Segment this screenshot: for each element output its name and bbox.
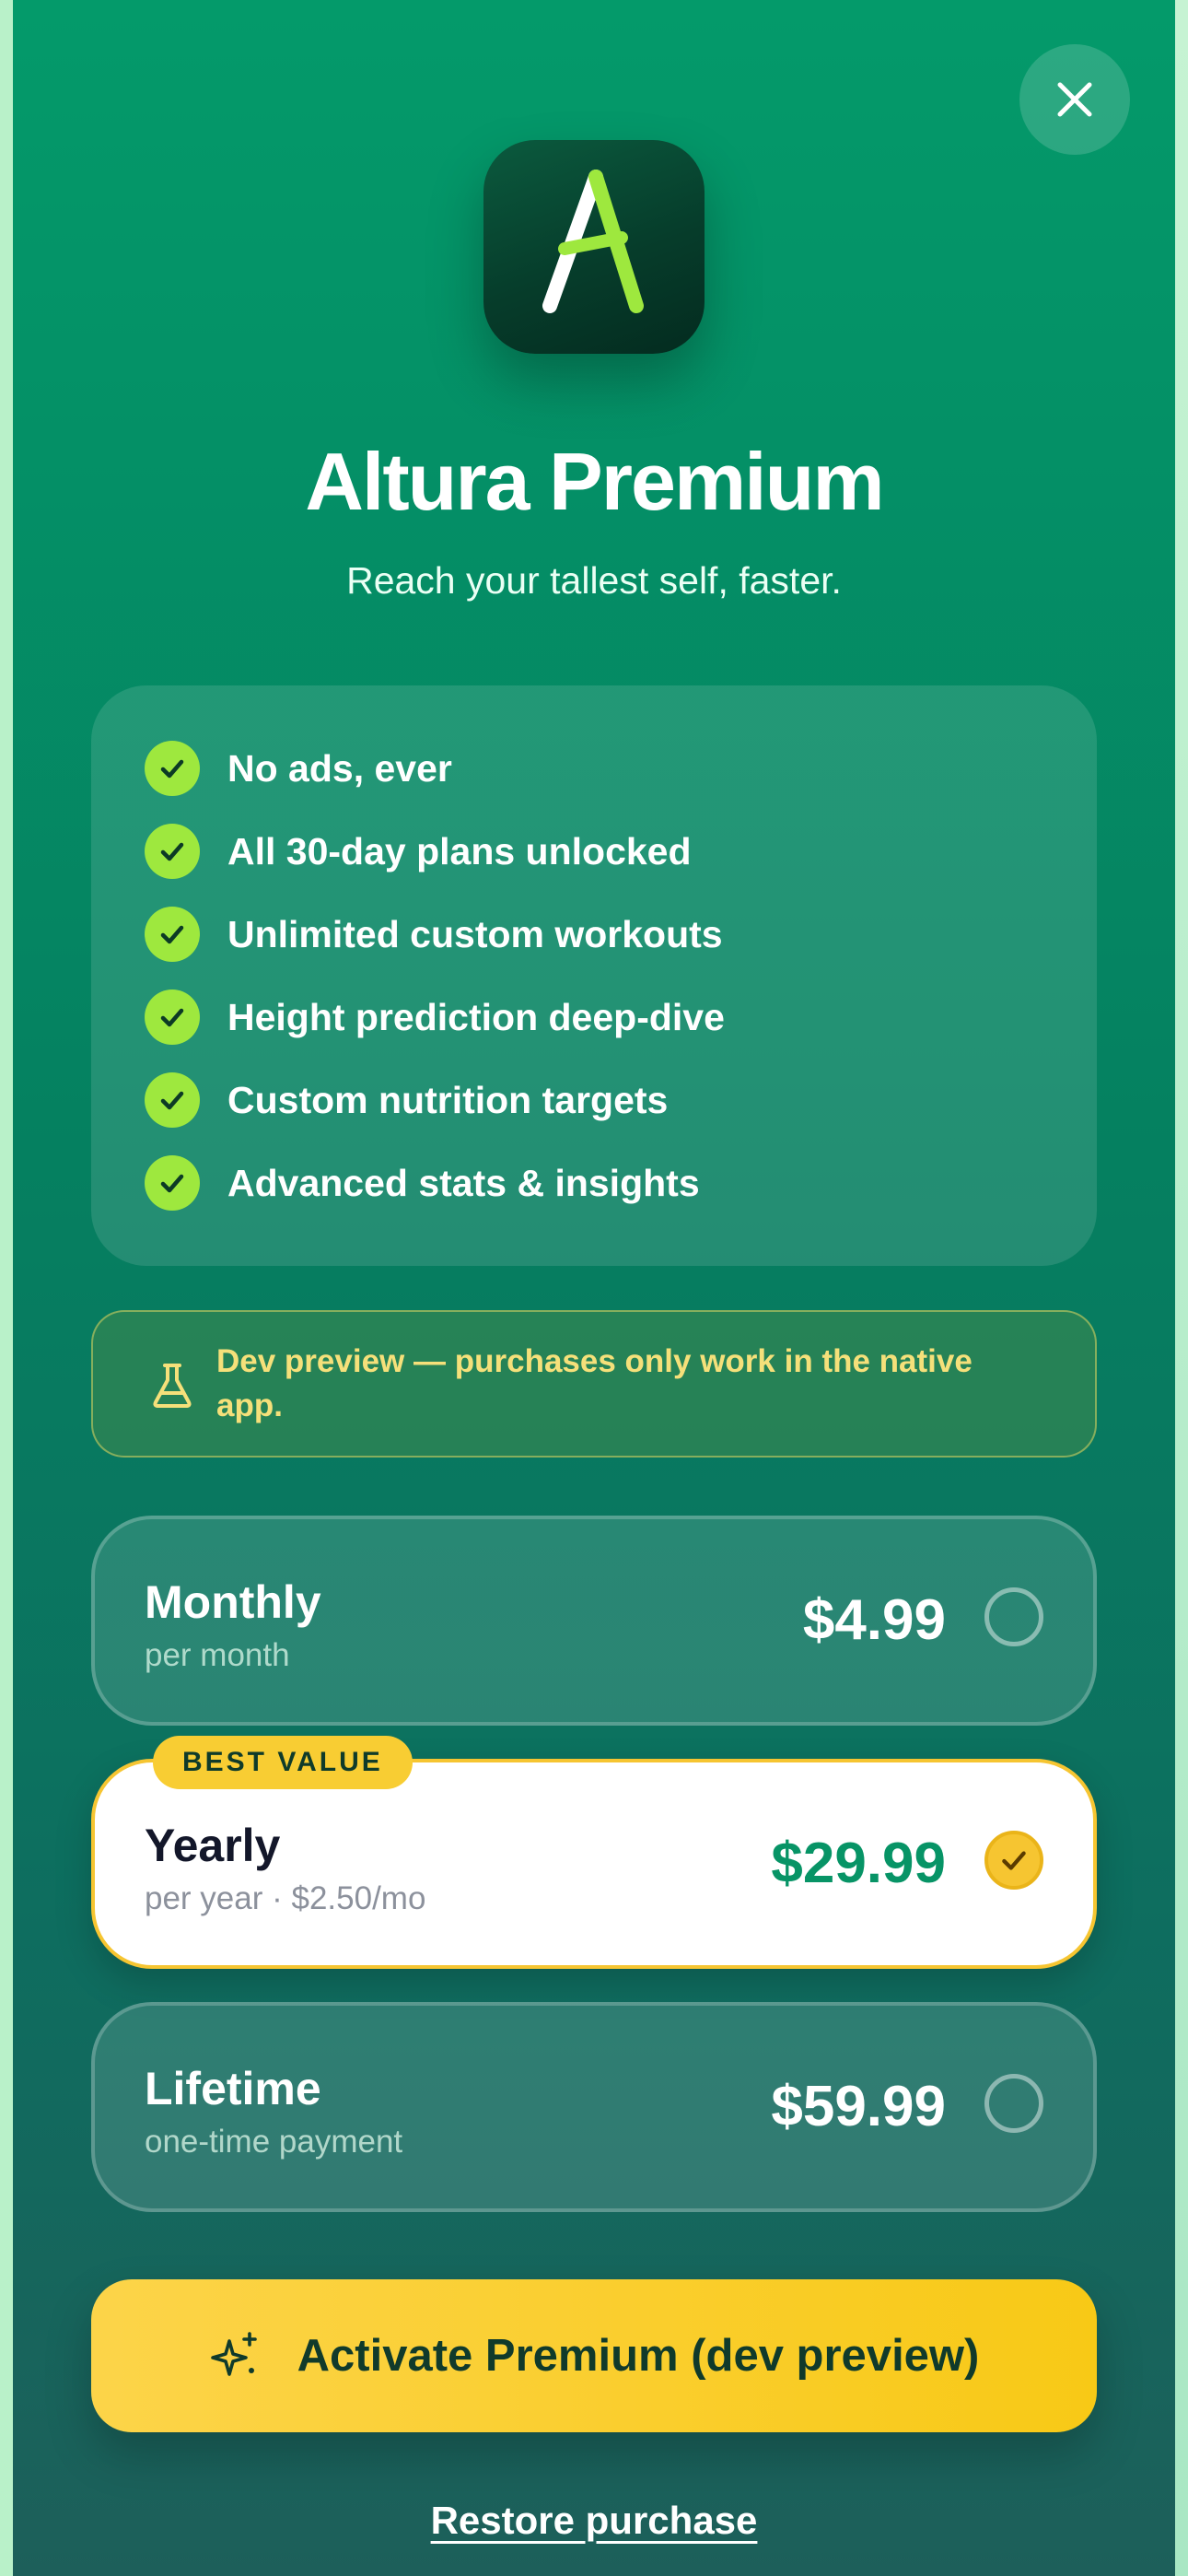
feature-label: Custom nutrition targets bbox=[227, 1078, 669, 1121]
check-icon bbox=[145, 989, 200, 1045]
feature-item: Custom nutrition targets bbox=[145, 1071, 668, 1130]
feature-item: No ads, ever bbox=[145, 739, 452, 798]
check-icon bbox=[145, 907, 200, 962]
feature-label: All 30-day plans unlocked bbox=[227, 829, 692, 872]
plan-subtitle: one-time payment bbox=[145, 2124, 403, 2160]
plan-price: $4.99 bbox=[802, 1588, 946, 1652]
background-edge bbox=[1175, 0, 1188, 2576]
plan-subtitle: per month bbox=[145, 1637, 290, 1673]
check-icon bbox=[145, 824, 200, 879]
sparkles-icon bbox=[210, 2332, 257, 2376]
check-icon bbox=[145, 1155, 200, 1211]
restore-purchase-link[interactable]: Restore purchase bbox=[431, 2499, 758, 2542]
flask-icon bbox=[153, 1364, 192, 1408]
feature-item: All 30-day plans unlocked bbox=[145, 822, 692, 881]
close-icon bbox=[1057, 82, 1092, 117]
plan-name: Lifetime bbox=[145, 2063, 321, 2114]
plan-name: Monthly bbox=[145, 1576, 321, 1628]
plan-radio-selected[interactable] bbox=[984, 1831, 1043, 1890]
feature-list: No ads, ever All 30-day plans unlocked U… bbox=[91, 685, 1097, 1266]
plan-monthly[interactable]: Monthly per month $4.99 bbox=[91, 1516, 1097, 1726]
feature-label: Unlimited custom workouts bbox=[227, 912, 723, 955]
check-icon bbox=[1002, 1851, 1026, 1870]
plan-subtitle: per year · $2.50/mo bbox=[145, 1880, 426, 1916]
altura-app-icon bbox=[483, 140, 705, 354]
feature-label: Advanced stats & insights bbox=[227, 1161, 700, 1204]
best-value-badge: BEST VALUE bbox=[153, 1736, 413, 1789]
check-icon bbox=[145, 1072, 200, 1128]
close-button[interactable] bbox=[1019, 44, 1130, 155]
plan-radio[interactable] bbox=[984, 2074, 1043, 2133]
plan-lifetime[interactable]: Lifetime one-time payment $59.99 bbox=[91, 2002, 1097, 2212]
feature-item: Height prediction deep-dive bbox=[145, 988, 725, 1047]
paywall-sheet: Altura Premium Reach your tallest self, … bbox=[13, 0, 1175, 2576]
dev-preview-banner: Dev preview — purchases only work in the… bbox=[91, 1310, 1097, 1458]
plan-price: $29.99 bbox=[771, 1832, 946, 1895]
feature-item: Unlimited custom workouts bbox=[145, 905, 723, 964]
restore-purchase-row: Restore purchase bbox=[13, 2499, 1175, 2543]
activate-premium-label: Activate Premium (dev preview) bbox=[297, 2331, 980, 2381]
plan-price: $59.99 bbox=[771, 2075, 946, 2138]
dev-preview-text: Dev preview — purchases only work in the… bbox=[216, 1343, 973, 1423]
plan-radio[interactable] bbox=[984, 1587, 1043, 1646]
activate-premium-button[interactable]: Activate Premium (dev preview) bbox=[91, 2279, 1097, 2432]
page-title: Altura Premium bbox=[305, 436, 884, 527]
page-subtitle: Reach your tallest self, faster. bbox=[346, 559, 842, 602]
feature-label: Height prediction deep-dive bbox=[227, 995, 725, 1038]
feature-item: Advanced stats & insights bbox=[145, 1153, 700, 1212]
check-icon bbox=[145, 741, 200, 796]
plan-name: Yearly bbox=[145, 1820, 281, 1871]
plan-yearly[interactable]: Yearly per year · $2.50/mo $29.99 bbox=[91, 1759, 1097, 1969]
feature-label: No ads, ever bbox=[227, 746, 452, 790]
